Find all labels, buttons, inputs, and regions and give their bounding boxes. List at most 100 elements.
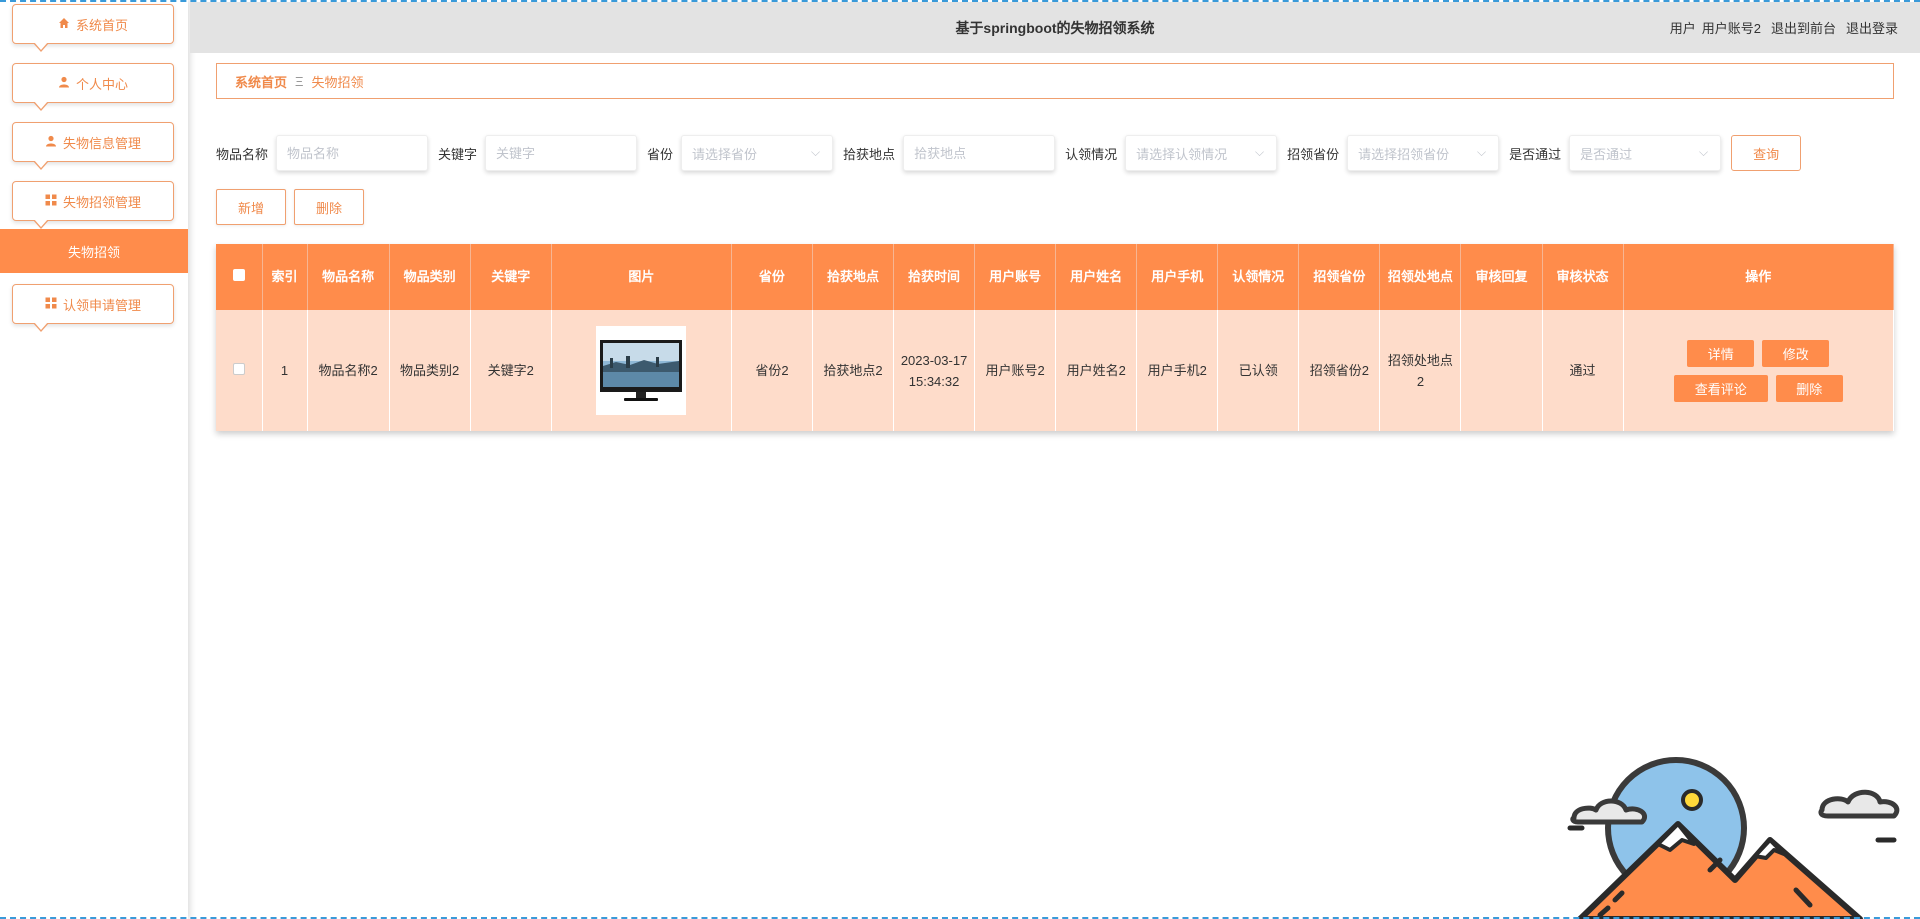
category-cell: 物品类别2	[389, 310, 471, 431]
column-header: 省份	[731, 244, 813, 310]
back-to-front-link[interactable]: 退出到前台	[1771, 18, 1836, 37]
sidebar-item-lost-info[interactable]: 失物信息管理	[12, 122, 174, 170]
found-place-input[interactable]	[903, 135, 1056, 171]
lost-found-table: 索引 物品名称 物品类别 关键字 图片 省份 拾获地点 拾获时间 用户账号 用户…	[216, 244, 1895, 431]
breadcrumb-home[interactable]: 系统首页	[235, 72, 287, 91]
operations-cell: 详情 修改 查看评论 删除	[1623, 310, 1895, 431]
audit-reply-cell	[1460, 310, 1543, 431]
claim-province-placeholder: 请选择招领省份	[1358, 146, 1450, 162]
audit-status-cell: 通过	[1542, 310, 1624, 431]
row-select-cell	[216, 310, 263, 431]
column-header: 用户手机	[1136, 244, 1219, 310]
add-button[interactable]: 新增	[216, 189, 286, 225]
header-user-area: 用户 用户账号2 退出到前台 退出登录	[1670, 18, 1898, 37]
batch-delete-button[interactable]: 删除	[294, 189, 364, 225]
breadcrumb-current: 失物招领	[311, 74, 364, 90]
item-name-label: 物品名称	[216, 146, 269, 162]
claim-province-label: 招领省份	[1287, 146, 1340, 162]
user-name-cell: 用户姓名2	[1055, 310, 1138, 431]
column-header: 物品名称	[307, 244, 390, 310]
row-operations: 详情 修改 查看评论 删除	[1628, 339, 1889, 402]
province-select[interactable]: 请选择省份 ⌵	[681, 135, 834, 171]
column-header: 用户账号	[974, 244, 1057, 310]
approved-select[interactable]: 是否通过 ⌵	[1569, 135, 1722, 171]
top-dashed-border	[0, 0, 1920, 2]
item-name-cell: 物品名称2	[307, 310, 390, 431]
chevron-down-icon: ⌵	[1254, 145, 1265, 159]
column-header: 物品类别	[389, 244, 471, 310]
column-header: 索引	[262, 244, 308, 310]
action-bar: 新增 删除	[216, 189, 364, 225]
sidebar-item-claim-manage[interactable]: 认领申请管理	[12, 284, 174, 332]
column-header: 拾获地点	[812, 244, 895, 310]
sidebar-item-label: 系统首页	[75, 17, 128, 33]
image-cell	[551, 310, 732, 431]
claim-province-cell: 招领省份2	[1298, 310, 1381, 431]
breadcrumb: 系统首页 Ξ 失物招领	[216, 63, 1894, 99]
column-header: 招领处地点	[1379, 244, 1462, 310]
mountain-sun-illustration	[1567, 757, 1900, 919]
detail-button[interactable]: 详情	[1687, 339, 1755, 367]
app-title: 基于springboot的失物招领系统	[955, 20, 1155, 36]
claim-place-cell: 招领处地点2	[1379, 310, 1462, 431]
sidebar-item-label: 认领申请管理	[62, 297, 141, 313]
claim-status-select[interactable]: 请选择认领情况 ⌵	[1125, 135, 1278, 171]
sidebar-item-label: 失物信息管理	[62, 135, 141, 151]
column-header: 认领情况	[1217, 244, 1300, 310]
column-header: 招领省份	[1298, 244, 1381, 310]
grid-icon	[45, 194, 57, 209]
select-all-checkbox[interactable]	[232, 269, 245, 281]
found-place-cell: 拾获地点2	[812, 310, 895, 431]
index-cell: 1	[262, 310, 308, 431]
claim-status-placeholder: 请选择认领情况	[1136, 146, 1228, 162]
monitor-image	[596, 326, 687, 415]
user-icon	[58, 76, 70, 91]
row-checkbox[interactable]	[232, 363, 245, 375]
column-header: 用户姓名	[1055, 244, 1138, 310]
logout-link[interactable]: 退出登录	[1846, 18, 1898, 37]
approved-label: 是否通过	[1509, 146, 1562, 162]
table-header-row: 索引 物品名称 物品类别 关键字 图片 省份 拾获地点 拾获时间 用户账号 用户…	[216, 244, 1895, 310]
sidebar-item-home[interactable]: 系统首页	[12, 4, 174, 52]
column-header: 审核状态	[1542, 244, 1624, 310]
province-cell: 省份2	[731, 310, 813, 431]
select-all-cell	[216, 244, 263, 310]
user-icon	[45, 135, 57, 150]
sidebar-item-label: 个人中心	[75, 76, 128, 92]
keyword-cell: 关键字2	[470, 310, 552, 431]
table-row: 1 物品名称2 物品类别2 关键字2 省份2 拾获地点2 2023-03-17 …	[216, 310, 1895, 431]
found-time-cell: 2023-03-17 15:34:32	[893, 310, 976, 431]
item-thumbnail[interactable]	[596, 326, 687, 415]
claim-province-select[interactable]: 请选择招领省份 ⌵	[1347, 135, 1500, 171]
sidebar-subitem-label: 失物招领	[67, 244, 120, 260]
claim-status-label: 认领情况	[1065, 146, 1118, 162]
breadcrumb-separator: Ξ	[295, 73, 304, 89]
account-cell: 用户账号2	[974, 310, 1057, 431]
sidebar-item-found-manage[interactable]: 失物招领管理	[12, 181, 174, 229]
province-label: 省份	[647, 146, 674, 162]
sidebar-item-label: 失物招领管理	[62, 194, 141, 210]
user-role: 用户	[1669, 21, 1696, 36]
column-header: 拾获时间	[893, 244, 976, 310]
row-delete-button[interactable]: 删除	[1775, 374, 1843, 402]
province-select-placeholder: 请选择省份	[692, 146, 758, 162]
ops-line-1: 详情 修改	[1687, 339, 1830, 367]
edit-button[interactable]: 修改	[1762, 339, 1830, 367]
search-bar: 物品名称 关键字 省份 请选择省份 ⌵ 拾获地点 认领情况 请选择认领情况 ⌵ …	[216, 135, 1802, 171]
query-button[interactable]: 查询	[1731, 135, 1802, 171]
chevron-down-icon: ⌵	[1699, 145, 1709, 159]
keyword-input[interactable]	[485, 135, 638, 171]
sidebar-item-personal[interactable]: 个人中心	[12, 63, 174, 111]
top-header: 基于springboot的失物招领系统 用户 用户账号2 退出到前台 退出登录	[190, 2, 1920, 53]
chevron-down-icon: ⌵	[1476, 145, 1487, 159]
view-comments-button[interactable]: 查看评论	[1673, 374, 1768, 402]
column-header: 图片	[551, 244, 732, 310]
item-name-input[interactable]	[276, 135, 429, 171]
column-header: 审核回复	[1460, 244, 1543, 310]
keyword-label: 关键字	[438, 146, 478, 162]
ops-line-2: 查看评论 删除	[1673, 374, 1843, 402]
column-header: 操作	[1623, 244, 1895, 310]
sidebar: 系统首页 个人中心 失物信息管理 失物招领管理 失物招领 认领申请管理	[0, 0, 188, 919]
sidebar-subitem-found[interactable]: 失物招领	[0, 229, 188, 273]
chevron-down-icon: ⌵	[810, 145, 821, 159]
